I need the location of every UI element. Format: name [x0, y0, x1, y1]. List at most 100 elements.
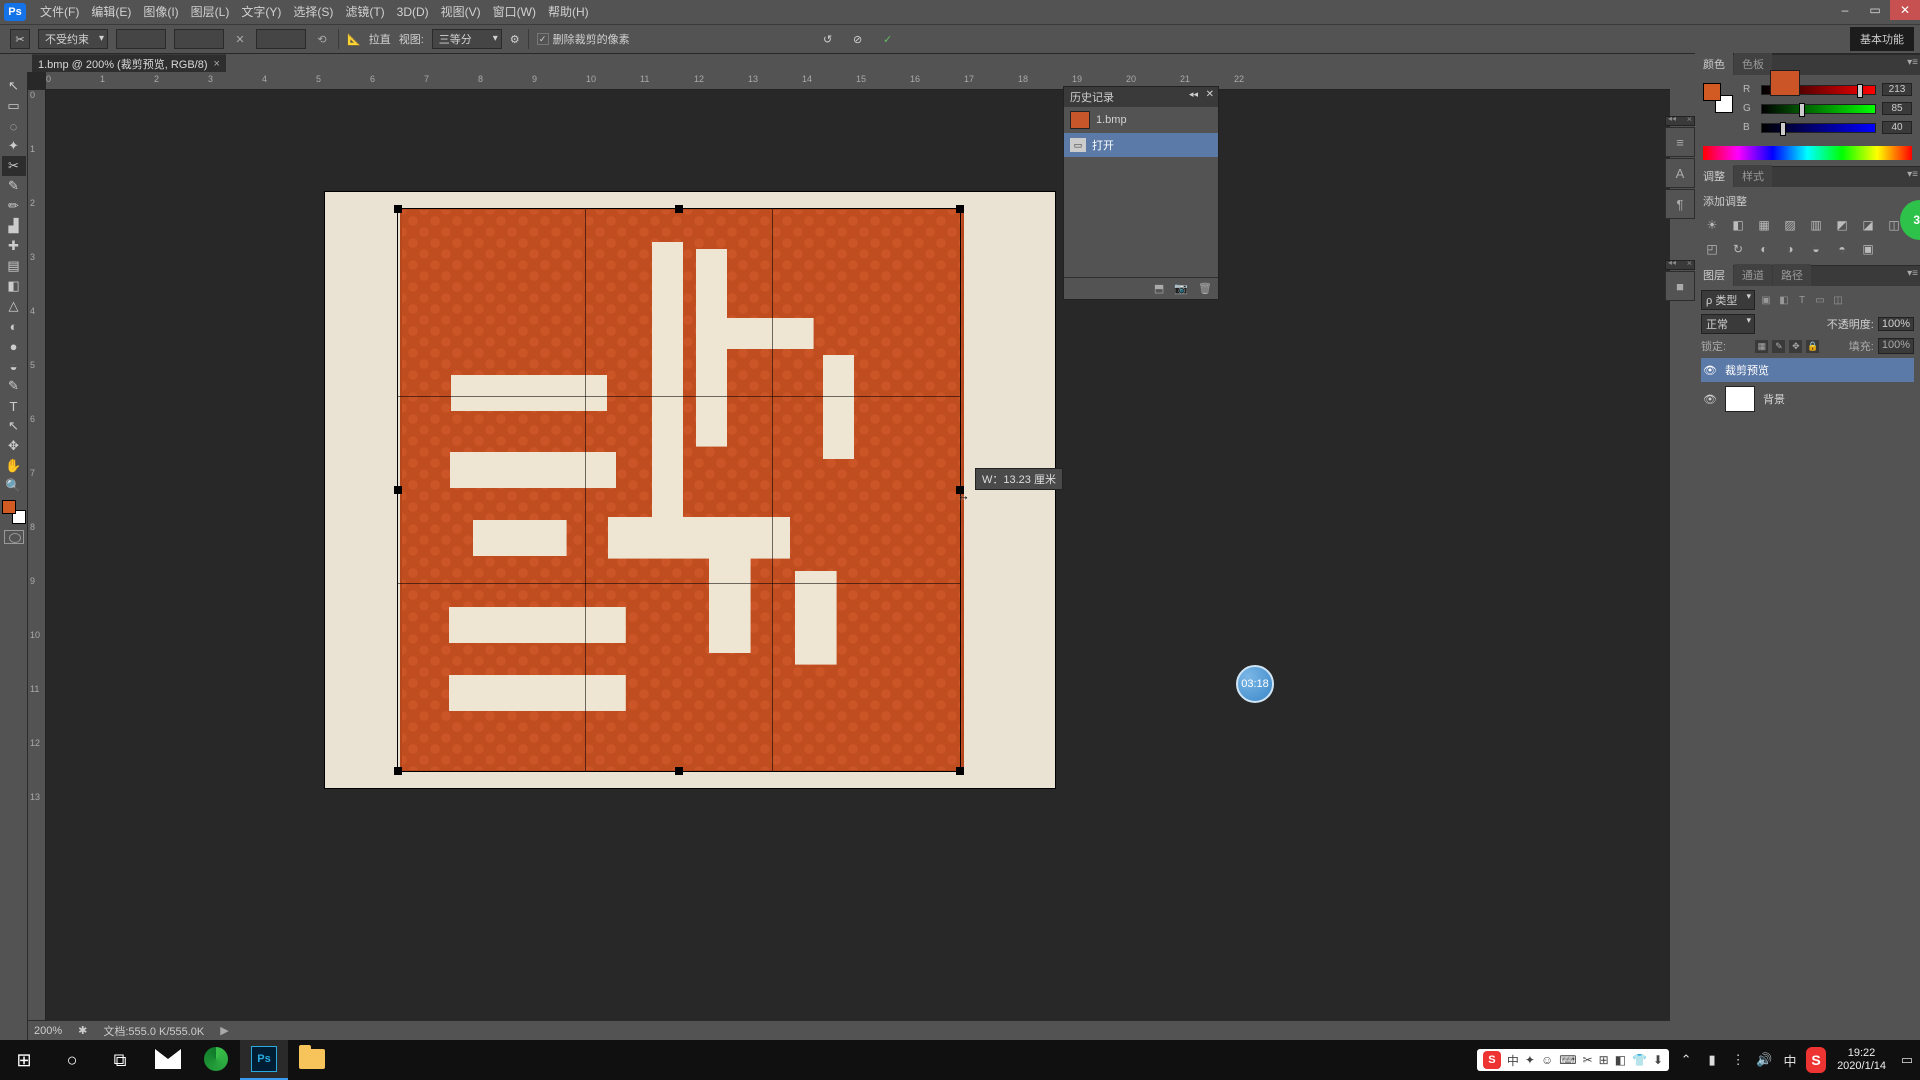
value-b[interactable]: 40 [1882, 121, 1912, 134]
blur-tool[interactable]: ◐ [2, 316, 26, 336]
layer-background[interactable]: 👁 背景 [1701, 382, 1914, 416]
history-snapshot-icon[interactable]: 📷 [1174, 282, 1188, 295]
document-tab[interactable]: 1.bmp @ 200% (裁剪预览, RGB/8) × [32, 54, 226, 72]
adjust-icon-3[interactable]: ▨ [1781, 217, 1799, 233]
crop-cancel-button[interactable]: ⊘ [848, 29, 868, 49]
crop-res-input[interactable] [256, 29, 306, 49]
adjust-icon-2[interactable]: ▦ [1755, 217, 1773, 233]
crop-reset-button[interactable]: ↺ [818, 29, 838, 49]
status-doc-size[interactable]: 文档:555.0 K/555.0K [103, 1023, 204, 1039]
menu-3d[interactable]: 3D(D) [391, 0, 435, 24]
gradient-tool[interactable]: △ [2, 296, 26, 316]
status-zoom[interactable]: 200% [34, 1025, 62, 1037]
crop-height-input[interactable] [174, 29, 224, 49]
document-tab-close-icon[interactable]: × [214, 58, 220, 70]
straighten-icon[interactable]: 📐 [347, 33, 361, 46]
adjust-icon-13[interactable]: ◓ [1833, 241, 1851, 257]
filter-shape-icon[interactable]: ▭ [1813, 293, 1827, 307]
tab-layers[interactable]: 图层 [1695, 264, 1733, 286]
adjust-icon-4[interactable]: ▥ [1807, 217, 1825, 233]
track-g[interactable] [1761, 104, 1876, 114]
ruler-vertical[interactable]: 012345678910111213 [28, 90, 46, 1040]
tray-wifi-icon[interactable]: ⋮ [1725, 1040, 1751, 1080]
ime-item-5[interactable]: ✂ [1583, 1053, 1593, 1067]
hue-strip[interactable] [1703, 146, 1912, 160]
ime-item-1[interactable]: 中 [1507, 1052, 1519, 1069]
color-fg-bg[interactable] [1703, 83, 1733, 113]
history-step-open[interactable]: ▭ 打开 [1064, 133, 1218, 157]
workspace-switcher[interactable]: 基本功能 [1850, 27, 1914, 51]
fill-value[interactable]: 100% [1878, 338, 1914, 354]
dodge-tool[interactable]: ● [2, 336, 26, 356]
ime-item-7[interactable]: ◧ [1615, 1053, 1626, 1067]
lock-paint-icon[interactable]: ✎ [1772, 340, 1785, 353]
filter-type-icon[interactable]: T [1795, 293, 1809, 307]
value-r[interactable]: 213 [1882, 83, 1912, 96]
collapsed-panel-4[interactable]: ■ [1665, 271, 1695, 301]
history-panel[interactable]: 历史记录 ◂◂ ✕ 1.bmp ▭ 打开 ⬒ 📷 🗑 [1063, 86, 1219, 300]
tray-battery-icon[interactable]: ▮ [1699, 1040, 1725, 1080]
layers-panel-menu-icon[interactable]: ▾≡ [1907, 268, 1918, 279]
window-min-button[interactable]: – [1830, 0, 1860, 20]
tray-ime-icon[interactable]: 中 [1777, 1040, 1803, 1080]
collapsed-panel-1[interactable]: ≡ [1665, 127, 1695, 157]
ime-item-3[interactable]: ☺ [1541, 1053, 1553, 1067]
crop-swap-button[interactable]: ⟲ [314, 31, 330, 47]
taskview-button[interactable]: ⧉ [96, 1040, 144, 1080]
blend-mode-select[interactable]: 正常 [1701, 314, 1755, 334]
collapsed-panel-header-2[interactable] [1665, 260, 1695, 270]
adjust-icon-1[interactable]: ◧ [1729, 217, 1747, 233]
filter-pixel-icon[interactable]: ▣ [1759, 293, 1773, 307]
start-button[interactable]: ⊞ [0, 1040, 48, 1080]
status-arrow-icon[interactable]: ▶ [220, 1024, 228, 1037]
ime-item-9[interactable]: ⬇ [1653, 1053, 1663, 1067]
pen-free-tool[interactable]: ✎ [2, 376, 26, 396]
hand-tool[interactable]: ✋ [2, 456, 26, 476]
slider-g[interactable]: G 85 [1743, 102, 1912, 115]
taskbar-edge[interactable] [192, 1040, 240, 1080]
slider-b[interactable]: B 40 [1743, 121, 1912, 134]
history-collapse-icon[interactable]: ◂◂ [1189, 89, 1198, 100]
adjust-panel-menu-icon[interactable]: ▾≡ [1907, 169, 1918, 180]
crop-tool-icon[interactable]: ✂ [10, 29, 30, 49]
adjust-icon-6[interactable]: ◪ [1859, 217, 1877, 233]
ime-item-4[interactable]: ⌨ [1559, 1053, 1576, 1067]
menu-help[interactable]: 帮助(H) [542, 0, 595, 24]
menu-filter[interactable]: 滤镜(T) [339, 0, 390, 24]
lock-pos-icon[interactable]: ✥ [1789, 340, 1802, 353]
tray-notifications-icon[interactable]: ▭ [1894, 1040, 1920, 1080]
track-b[interactable] [1761, 123, 1876, 133]
tab-color[interactable]: 颜色 [1695, 53, 1733, 75]
document-canvas[interactable]: ↔ W：13.23 厘米 [325, 192, 1055, 788]
slider-r[interactable]: R 213 [1743, 83, 1912, 96]
magic-wand-tool[interactable]: ✦ [2, 136, 26, 156]
lasso-tool[interactable]: ◌ [2, 116, 26, 136]
tray-sogou-icon[interactable]: S [1803, 1040, 1829, 1080]
collapsed-panel-header[interactable] [1665, 116, 1695, 126]
value-g[interactable]: 85 [1882, 102, 1912, 115]
adjust-icon-12[interactable]: ◒ [1807, 241, 1825, 257]
adjust-icon-9[interactable]: ↻ [1729, 241, 1747, 257]
ime-item-6[interactable]: ⊞ [1599, 1053, 1609, 1067]
filter-adjust-icon[interactable]: ◧ [1777, 293, 1791, 307]
delete-cropped-checkbox[interactable]: ✓ 删除裁剪的像素 [537, 31, 630, 47]
ime-item-8[interactable]: 👕 [1632, 1053, 1647, 1067]
tray-clock[interactable]: 19:22 2020/1/14 [1829, 1047, 1894, 1073]
menu-window[interactable]: 窗口(W) [487, 0, 542, 24]
history-brush-tool[interactable]: ▤ [2, 256, 26, 276]
menu-edit[interactable]: 编辑(E) [85, 0, 137, 24]
crop-overlay-select[interactable]: 三等分 [432, 29, 502, 49]
fg-swatch[interactable] [1703, 83, 1721, 101]
opacity-value[interactable]: 100% [1878, 317, 1914, 331]
eraser-tool[interactable]: ◧ [2, 276, 26, 296]
tab-paths[interactable]: 路径 [1773, 264, 1811, 286]
layer-visibility-icon[interactable]: 👁 [1703, 393, 1717, 406]
layer-name[interactable]: 裁剪预览 [1725, 362, 1769, 378]
tab-swatches[interactable]: 色板 [1734, 53, 1772, 75]
status-star-icon[interactable]: ✱ [78, 1024, 87, 1037]
tray-volume-icon[interactable]: 🔊 [1751, 1040, 1777, 1080]
adjust-icon-0[interactable]: ☀ [1703, 217, 1721, 233]
shape-tool[interactable]: ✥ [2, 436, 26, 456]
taskbar-photoshop[interactable]: Ps [240, 1040, 288, 1080]
layer-visibility-icon[interactable]: 👁 [1703, 364, 1717, 377]
